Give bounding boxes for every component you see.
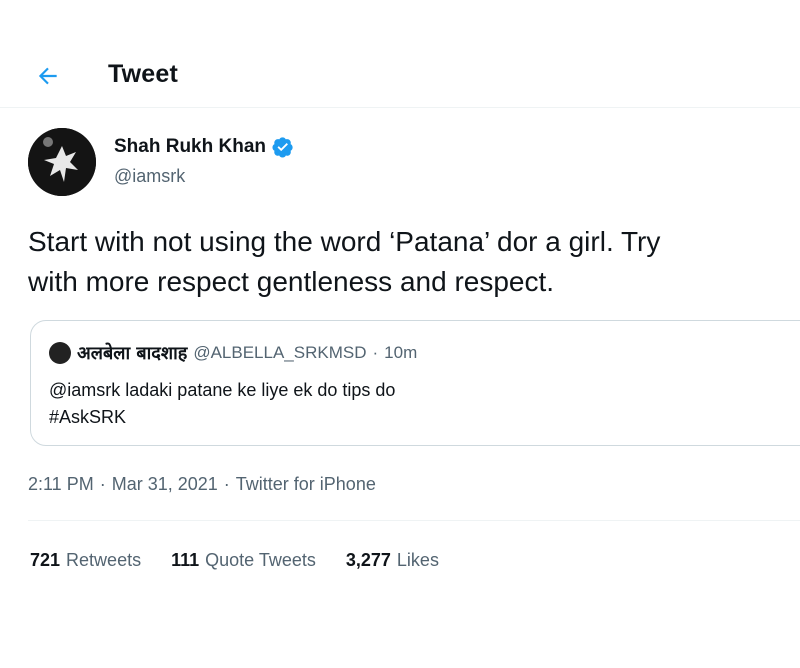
stat-quote-tweets[interactable]: 111 Quote Tweets — [171, 550, 316, 571]
tweet-author: Shah Rukh Khan @iamsrk — [28, 128, 428, 198]
page-title: Tweet — [108, 60, 178, 88]
separator-dot: · — [372, 343, 379, 362]
quoted-text-line: @iamsrk ladaki patane ke liye ek do tips… — [49, 380, 396, 400]
stat-likes[interactable]: 3,277 Likes — [346, 550, 439, 571]
tweet-metadata: 2:11 PM · Mar 31, 2021 · Twitter for iPh… — [28, 474, 376, 495]
quoted-tweet-text: @iamsrk ladaki patane ke liye ek do tips… — [49, 377, 749, 431]
like-label: Likes — [396, 550, 439, 570]
author-handle[interactable]: @iamsrk — [114, 166, 185, 187]
retweet-count: 721 — [30, 550, 61, 570]
retweet-label: Retweets — [66, 550, 142, 570]
avatar[interactable] — [28, 128, 96, 196]
quoted-tweet[interactable]: अलबेला बादशाह @ALBELLA_SRKMSD · 10m @iam… — [30, 320, 800, 446]
tweet-source[interactable]: Twitter for iPhone — [236, 474, 376, 495]
quoted-handle: @ALBELLA_SRKMSD — [193, 343, 367, 362]
separator-dot: · — [223, 474, 230, 494]
like-count: 3,277 — [345, 550, 391, 570]
arrow-left-icon — [38, 67, 57, 85]
display-name-row: Shah Rukh Khan — [114, 136, 294, 158]
quoted-hashtag: #AskSRK — [49, 407, 127, 427]
tweet-date[interactable]: Mar 31, 2021 — [112, 474, 218, 495]
quote-tweet-label: Quote Tweets — [205, 550, 316, 570]
separator-dot: · — [99, 474, 106, 494]
display-name[interactable]: Shah Rukh Khan — [114, 136, 266, 158]
quoted-tweet-header: अलबेला बादशाह @ALBELLA_SRKMSD · 10m — [49, 341, 417, 365]
avatar-image — [28, 128, 96, 196]
quote-tweet-count: 111 — [171, 550, 200, 570]
tweet-stats: 721 Retweets 111 Quote Tweets 3,277 Like… — [30, 550, 439, 571]
tweet-text-line: Start with not using the word ‘Patana’ d… — [28, 226, 661, 257]
tweet-header: Tweet — [0, 44, 800, 108]
tweet-time[interactable]: 2:11 PM — [28, 474, 94, 495]
verified-badge-icon — [272, 137, 293, 158]
quoted-display-name: अलबेला बादशाह — [77, 343, 188, 364]
tweet-text-line: with more respect gentleness and respect… — [28, 266, 555, 297]
quoted-avatar — [49, 342, 71, 364]
back-button[interactable] — [30, 58, 66, 94]
stat-retweets[interactable]: 721 Retweets — [30, 550, 141, 571]
tweet-text: Start with not using the word ‘Patana’ d… — [28, 222, 798, 302]
quoted-timestamp: 10m — [384, 343, 418, 362]
divider — [28, 520, 800, 521]
